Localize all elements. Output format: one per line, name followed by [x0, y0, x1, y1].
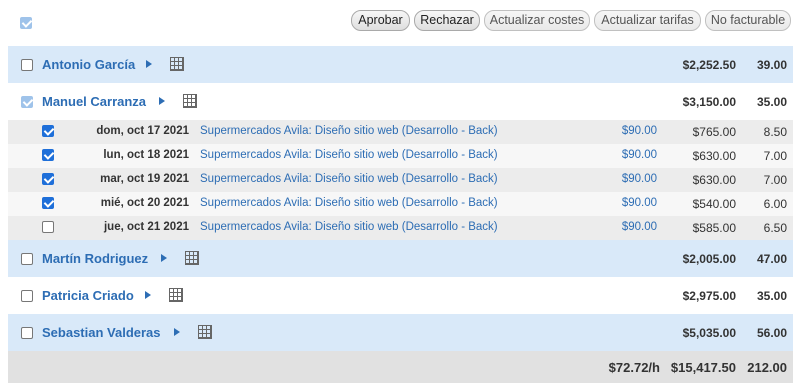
- entry-date: dom, oct 17 2021: [96, 125, 189, 137]
- time-entry-row: dom, oct 17 2021 Supermercados Avila: Di…: [8, 120, 793, 144]
- approve-button[interactable]: Aprobar: [351, 10, 410, 31]
- person-hours: 39.00: [756, 58, 787, 72]
- person-amount: $2,975.00: [682, 289, 736, 303]
- person-checkbox[interactable]: [21, 96, 33, 108]
- entry-checkbox[interactable]: [42, 221, 54, 233]
- expand-caret-icon[interactable]: [145, 291, 151, 299]
- entry-description-link[interactable]: Supermercados Avila: Diseño sitio web (D…: [200, 149, 498, 161]
- entry-hours: 6.00: [763, 197, 787, 211]
- total-rate: $72.72/h: [608, 360, 660, 375]
- total-amount: $15,417.50: [670, 360, 736, 375]
- entry-rate-link[interactable]: $90.00: [622, 173, 657, 185]
- toolbar: Aprobar Rechazar Actualizar costes Actua…: [0, 0, 800, 44]
- entry-hours: 7.00: [763, 149, 787, 163]
- entry-rate-link[interactable]: $90.00: [622, 197, 657, 209]
- person-name[interactable]: Manuel Carranza: [42, 94, 146, 109]
- time-entry-row: mié, oct 20 2021 Supermercados Avila: Di…: [8, 192, 793, 216]
- timesheet-grid-icon[interactable]: [183, 94, 197, 108]
- time-entry-row: lun, oct 18 2021 Supermercados Avila: Di…: [8, 144, 793, 168]
- expand-caret-icon[interactable]: [146, 60, 152, 68]
- update-costs-button[interactable]: Actualizar costes: [484, 10, 590, 31]
- entry-rate-link[interactable]: $90.00: [622, 221, 657, 233]
- entry-amount: $630.00: [692, 149, 736, 163]
- person-checkbox[interactable]: [21, 253, 33, 265]
- person-checkbox[interactable]: [21, 327, 33, 339]
- entry-checkbox[interactable]: [42, 149, 54, 161]
- person-hours: 35.00: [756, 289, 787, 303]
- time-entry-row: jue, oct 21 2021 Supermercados Avila: Di…: [8, 216, 793, 240]
- person-name[interactable]: Sebastian Valderas: [42, 325, 161, 340]
- person-amount: $3,150.00: [682, 95, 736, 109]
- person-hours: 47.00: [756, 252, 787, 266]
- reject-button[interactable]: Rechazar: [414, 10, 480, 31]
- timesheet-grid-icon[interactable]: [169, 288, 183, 302]
- person-amount: $2,252.50: [682, 58, 736, 72]
- entry-description-link[interactable]: Supermercados Avila: Diseño sitio web (D…: [200, 173, 498, 185]
- person-row-manuel-carranza: Manuel Carranza $3,150.00 35.00: [8, 83, 793, 120]
- person-row-patricia-criado: Patricia Criado $2,975.00 35.00: [8, 277, 793, 314]
- entry-checkbox[interactable]: [42, 173, 54, 185]
- entry-checkbox[interactable]: [42, 125, 54, 137]
- expand-caret-icon[interactable]: [161, 254, 167, 262]
- entry-date: mié, oct 20 2021: [100, 197, 189, 209]
- timesheet-grid-icon[interactable]: [198, 325, 212, 339]
- person-checkbox[interactable]: [21, 290, 33, 302]
- time-entry-row: mar, oct 19 2021 Supermercados Avila: Di…: [8, 168, 793, 192]
- person-row-antonio-garcia: Antonio García $2,252.50 39.00: [8, 46, 793, 83]
- entry-date: lun, oct 18 2021: [103, 149, 189, 161]
- entry-amount: $630.00: [692, 173, 736, 187]
- entry-hours: 6.50: [763, 221, 787, 235]
- collapse-caret-icon[interactable]: [159, 97, 165, 105]
- entry-amount: $585.00: [692, 221, 736, 235]
- person-hours: 56.00: [756, 326, 787, 340]
- person-row-sebastian-valderas: Sebastian Valderas $5,035.00 56.00: [8, 314, 793, 351]
- entry-description-link[interactable]: Supermercados Avila: Diseño sitio web (D…: [200, 221, 498, 233]
- timesheet-grid-icon[interactable]: [170, 57, 184, 71]
- timesheet-grid-icon[interactable]: [185, 251, 199, 265]
- totals-row: $72.72/h $15,417.50 212.00: [8, 351, 793, 383]
- entry-hours: 8.50: [763, 125, 787, 139]
- entry-rate-link[interactable]: $90.00: [622, 125, 657, 137]
- update-rates-button[interactable]: Actualizar tarifas: [594, 10, 701, 31]
- person-checkbox[interactable]: [21, 59, 33, 71]
- person-row-martin-rodriguez: Martín Rodriguez $2,005.00 47.00: [8, 240, 793, 277]
- non-billable-button[interactable]: No facturable: [705, 10, 791, 31]
- person-hours: 35.00: [756, 95, 787, 109]
- expand-caret-icon[interactable]: [174, 328, 180, 336]
- total-hours: 212.00: [747, 360, 787, 375]
- person-name[interactable]: Antonio García: [42, 57, 135, 72]
- entry-date: jue, oct 21 2021: [103, 221, 189, 233]
- entry-rate-link[interactable]: $90.00: [622, 149, 657, 161]
- entry-date: mar, oct 19 2021: [100, 173, 189, 185]
- entry-amount: $540.00: [692, 197, 736, 211]
- person-name[interactable]: Patricia Criado: [42, 288, 134, 303]
- person-name[interactable]: Martín Rodriguez: [42, 251, 148, 266]
- entry-description-link[interactable]: Supermercados Avila: Diseño sitio web (D…: [200, 197, 498, 209]
- person-amount: $5,035.00: [682, 326, 736, 340]
- entry-amount: $765.00: [692, 125, 736, 139]
- entry-description-link[interactable]: Supermercados Avila: Diseño sitio web (D…: [200, 125, 498, 137]
- entry-hours: 7.00: [763, 173, 787, 187]
- person-amount: $2,005.00: [682, 252, 736, 266]
- entry-checkbox[interactable]: [42, 197, 54, 209]
- select-all-checkbox[interactable]: [20, 17, 32, 29]
